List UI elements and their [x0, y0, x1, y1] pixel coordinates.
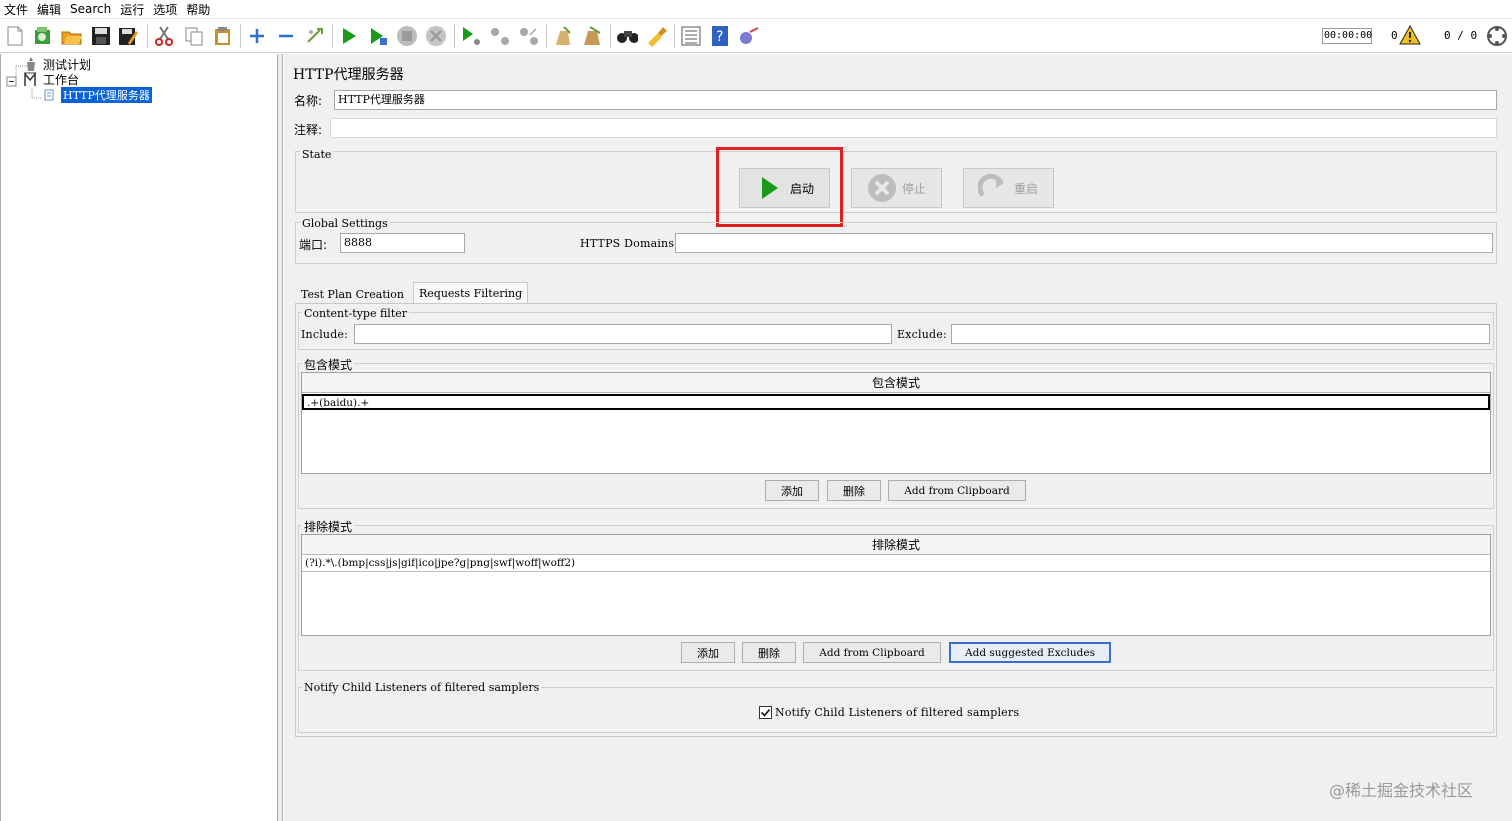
start-no-pauses-icon[interactable] [367, 25, 389, 47]
https-domains-label: HTTPS Domains : [580, 237, 682, 250]
toolbar: ? 00:00:00 0 0 / 0 [0, 19, 1512, 53]
exclude-patterns-title: 排除模式 [302, 518, 355, 535]
menu-run[interactable]: 运行 [120, 1, 144, 18]
svg-text:?: ? [716, 29, 723, 45]
start-play-icon [762, 177, 778, 199]
start-icon[interactable] [338, 25, 360, 47]
reset-search-icon[interactable] [645, 25, 667, 47]
name-field[interactable]: HTTP代理服务器 [334, 90, 1497, 110]
tab-test-plan-creation[interactable]: Test Plan Creation [296, 284, 409, 304]
remote-stop-icon[interactable] [489, 25, 511, 47]
table-row[interactable]: (?i).*\.(bmp|css|js|gif|ico|jpe?g|png|sw… [302, 556, 1490, 572]
test-plan-icon [27, 57, 35, 71]
menu-edit[interactable]: 编辑 [37, 1, 61, 18]
clear-icon[interactable] [552, 25, 574, 47]
thread-counter: 0 / 0 [1444, 29, 1478, 42]
function-helper-icon[interactable] [680, 25, 702, 47]
save-icon[interactable] [90, 25, 112, 47]
include-add-button[interactable]: 添加 [765, 480, 819, 501]
templates-icon[interactable] [32, 25, 54, 47]
workbench-icon [24, 71, 36, 86]
elapsed-timer: 00:00:00 [1322, 28, 1372, 44]
stop-icon[interactable] [396, 25, 418, 47]
notify-checkbox-row[interactable]: Notify Child Listeners of filtered sampl… [759, 706, 1019, 719]
table-row[interactable]: .+(baidu).+ [302, 394, 1490, 410]
toggle-icon[interactable] [304, 25, 326, 47]
notify-checkbox[interactable] [759, 706, 772, 719]
state-group-title: State [300, 148, 334, 161]
running-indicator-icon [1486, 25, 1508, 47]
content-type-filter-title: Content-type filter [302, 307, 410, 320]
clear-all-icon[interactable] [581, 25, 603, 47]
exclude-add-clipboard-button[interactable]: Add from Clipboard [803, 642, 941, 663]
tab-requests-filtering[interactable]: Requests Filtering [413, 282, 529, 304]
page-title: HTTP代理服务器 [293, 67, 404, 83]
include-field[interactable] [354, 324, 892, 344]
menu-search[interactable]: Search [70, 2, 111, 16]
port-label: 端口: [299, 238, 328, 252]
exclude-delete-button[interactable]: 删除 [742, 642, 796, 663]
include-patterns-header[interactable]: 包含模式 [302, 373, 1490, 393]
add-suggested-excludes-button[interactable]: Add suggested Excludes [949, 642, 1111, 663]
include-label: Include: [301, 328, 349, 341]
search-icon[interactable] [616, 25, 638, 47]
copy-icon[interactable] [183, 25, 205, 47]
warning-count: 0 [1391, 29, 1398, 42]
exclude-add-button[interactable]: 添加 [681, 642, 735, 663]
include-patterns-title: 包含模式 [302, 356, 355, 373]
stop-button[interactable]: 停止 [851, 168, 942, 208]
menu-bar: 文件 编辑 Search 运行 选项 帮助 [0, 0, 1512, 19]
tree-item-workbench[interactable]: 工作台 [23, 71, 79, 87]
exclude-patterns-header[interactable]: 排除模式 [302, 535, 1490, 555]
include-add-clipboard-button[interactable]: Add from Clipboard [888, 480, 1026, 501]
https-domains-field[interactable] [675, 233, 1493, 253]
include-delete-button[interactable]: 删除 [827, 480, 881, 501]
tree-item-http-proxy[interactable]: HTTP代理服务器 [43, 87, 152, 103]
save-as-icon[interactable] [118, 25, 140, 47]
notify-checkbox-label: Notify Child Listeners of filtered sampl… [775, 706, 1020, 719]
global-settings-title: Global Settings [300, 217, 390, 230]
notify-group-title: Notify Child Listeners of filtered sampl… [302, 681, 542, 694]
name-label: 名称: [294, 94, 323, 108]
open-icon[interactable] [61, 25, 83, 47]
expand-icon[interactable] [246, 25, 268, 47]
paste-icon[interactable] [212, 25, 234, 47]
remote-exit-icon[interactable] [518, 25, 540, 47]
comment-label: 注释: [294, 123, 323, 137]
plugins-icon[interactable] [738, 25, 760, 47]
restart-button[interactable]: 重启 [963, 168, 1054, 208]
start-button[interactable]: 启动 [739, 168, 830, 208]
collapse-icon[interactable] [275, 25, 297, 47]
menu-options[interactable]: 选项 [153, 1, 177, 18]
restart-arrow-icon [978, 173, 1004, 197]
menu-file[interactable]: 文件 [4, 1, 28, 18]
include-patterns-table: 包含模式 .+(baidu).+ [301, 372, 1491, 474]
new-icon[interactable] [4, 25, 26, 47]
proxy-config-panel: HTTP代理服务器 名称: HTTP代理服务器 注释: State 启动 停止 … [284, 54, 1512, 821]
port-field[interactable]: 8888 [340, 233, 465, 253]
warning-icon[interactable] [1399, 24, 1421, 46]
menu-help[interactable]: 帮助 [186, 1, 210, 18]
stop-x-icon [868, 174, 896, 202]
watermark: @稀土掘金技术社区 [1329, 781, 1474, 800]
exclude-label: Exclude: [897, 328, 947, 341]
comment-field[interactable] [330, 118, 1497, 138]
remote-start-icon[interactable] [460, 25, 482, 47]
split-pane-divider[interactable] [278, 54, 283, 821]
exclude-patterns-table: 排除模式 (?i).*\.(bmp|css|js|gif|ico|jpe?g|p… [301, 534, 1491, 636]
exclude-field[interactable] [951, 324, 1490, 344]
proxy-icon [44, 89, 54, 101]
help-icon[interactable]: ? [709, 25, 731, 47]
cut-icon[interactable] [153, 25, 175, 47]
shutdown-icon[interactable] [425, 25, 447, 47]
test-tree: 测试计划 工作台 HTTP代理服务器 [0, 54, 278, 821]
